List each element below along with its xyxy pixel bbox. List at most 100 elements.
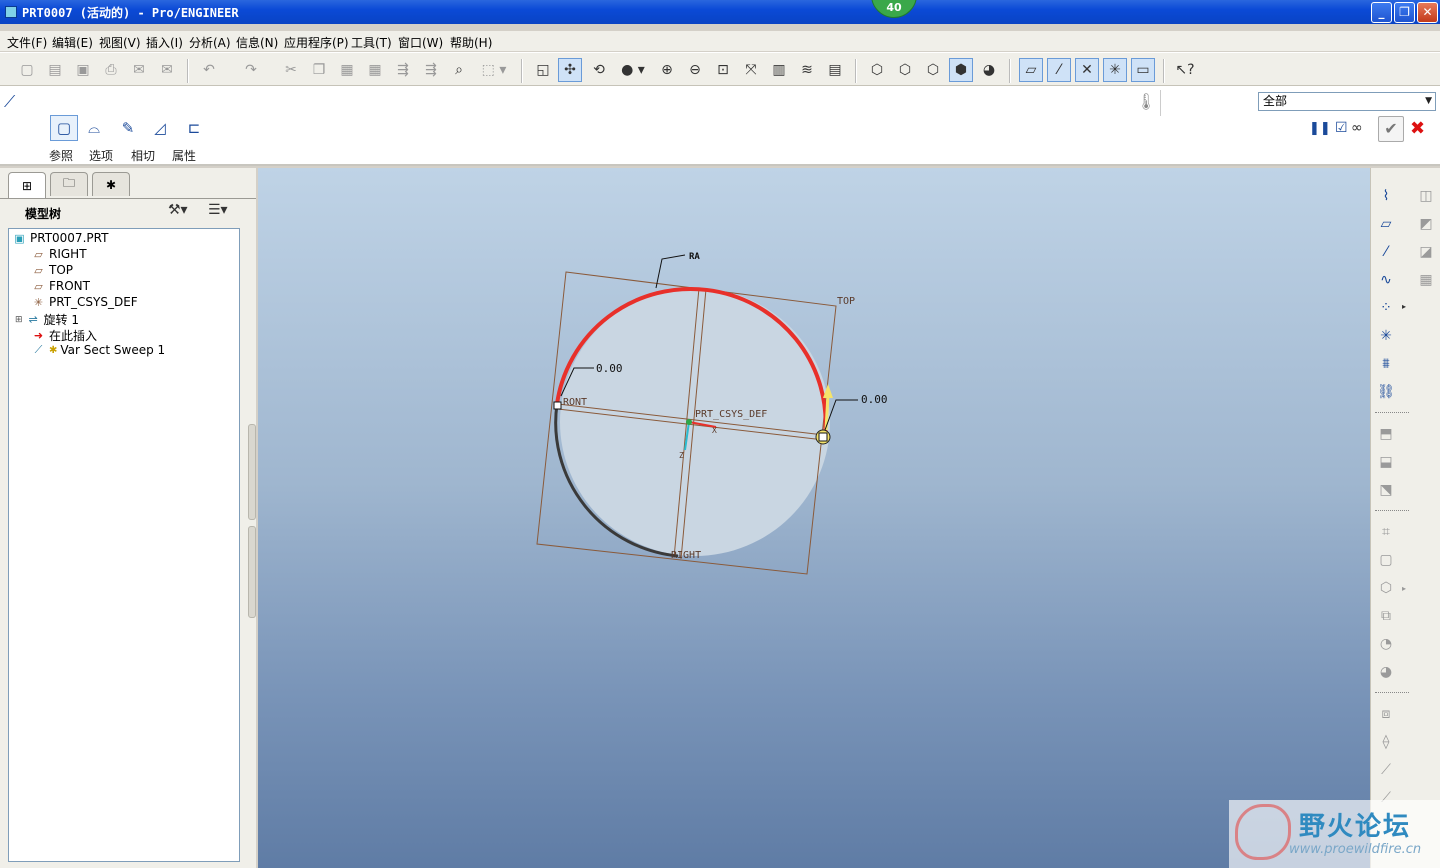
datum-curve-tool-icon[interactable]: ∿ — [1374, 268, 1398, 292]
context-help-icon[interactable]: ↖? — [1173, 58, 1197, 82]
annotations-toggle-icon[interactable]: ▭ — [1131, 58, 1155, 82]
copy-icon[interactable]: ❐ — [307, 58, 331, 82]
tab-model-tree[interactable]: ⊞ — [8, 172, 46, 198]
verify-glasses-icon[interactable]: ∞ — [1351, 120, 1363, 136]
menu-view[interactable]: 视图(V) — [99, 34, 141, 51]
tab-properties-label[interactable]: 属性 — [172, 147, 196, 164]
restore-button[interactable]: ❐ — [1394, 2, 1415, 23]
axis-pattern-icon[interactable]: ⟠ — [1374, 730, 1398, 754]
mirror-tool-icon[interactable]: ◫ — [1414, 184, 1438, 208]
merge-tool-icon[interactable]: ◩ — [1414, 212, 1438, 236]
panel-sash-upper[interactable] — [248, 424, 256, 520]
no-hidden-icon[interactable]: ⬡ — [921, 58, 945, 82]
tree-item-insert-here[interactable]: ➜ 在此插入 — [31, 327, 97, 344]
menu-tools[interactable]: 工具(T) — [351, 34, 392, 51]
revolve-tool-icon[interactable]: ◔ — [1374, 632, 1398, 656]
regenerate-manager-icon[interactable]: ⇶ — [419, 58, 443, 82]
regenerate-icon[interactable]: ⇶ — [391, 58, 415, 82]
shade-sphere-icon[interactable]: ● ▾ — [615, 58, 651, 82]
csys-tool-icon[interactable]: ✳ — [1374, 324, 1398, 348]
minimize-button[interactable]: _ — [1371, 2, 1392, 23]
tab-options-label[interactable]: 选项 — [89, 147, 113, 164]
tab-tangency[interactable]: ✎ — [114, 115, 142, 141]
tree-item-csys[interactable]: ✳ PRT_CSYS_DEF — [31, 295, 138, 309]
menu-applications[interactable]: 应用程序(P) — [284, 34, 349, 51]
select-box-icon[interactable]: ⬚ ▾ — [475, 58, 513, 82]
new-file-icon[interactable]: ▢ — [15, 58, 39, 82]
shading-icon[interactable]: ⬢ — [949, 58, 973, 82]
pause-button[interactable]: ❚❚ — [1309, 121, 1331, 136]
datum-point-tool-icon[interactable]: ⁘ — [1374, 296, 1398, 320]
graphics-window[interactable]: RA 0.00 0.00 PRT_CSYS_DEF X Z TOP RONT R… — [258, 168, 1370, 868]
panel-sash-lower[interactable] — [248, 526, 256, 618]
tree-item-front[interactable]: ▱ FRONT — [31, 279, 90, 293]
tab-tangency-label[interactable]: 相切 — [131, 147, 155, 164]
expand-icon[interactable]: ⊞ — [15, 315, 23, 325]
tab-folder-browser[interactable]: 🗀 — [50, 172, 88, 196]
preview-checkbox[interactable]: ☑ — [1335, 120, 1348, 136]
send-mail-attach-icon[interactable]: ✉ — [155, 58, 179, 82]
round-tool-icon[interactable]: ▢ — [1374, 548, 1398, 572]
tab-references[interactable]: ▢ — [50, 115, 78, 141]
model-viewport[interactable]: RA 0.00 0.00 PRT_CSYS_DEF X Z TOP RONT R… — [258, 168, 1370, 868]
tree-item-right[interactable]: ▱ RIGHT — [31, 247, 86, 261]
tree-item-part[interactable]: ▣ PRT0007.PRT — [12, 231, 108, 245]
flyout-arrow-icon[interactable]: ▸ — [1402, 584, 1406, 593]
trim-tool-icon[interactable]: ◪ — [1414, 240, 1438, 264]
datum-plane-tool-icon[interactable]: ▱ — [1374, 212, 1398, 236]
find-icon[interactable]: ⌕ — [447, 58, 471, 82]
rib-tool-icon[interactable]: ⬔ — [1374, 478, 1398, 502]
sketch-tool-icon[interactable]: ⌇ — [1374, 184, 1398, 208]
refit-icon[interactable]: ⊡ — [711, 58, 735, 82]
flyout-arrow-icon[interactable]: ▸ — [1402, 302, 1406, 311]
orient-mode-icon[interactable]: ⟲ — [587, 58, 611, 82]
menu-insert[interactable]: 插入(I) — [146, 34, 183, 51]
blend-tool-icon[interactable]: ⧈ — [1374, 702, 1398, 726]
send-mail-icon[interactable]: ✉ — [127, 58, 151, 82]
paste-special-icon[interactable]: ▦ — [363, 58, 387, 82]
notification-badge[interactable]: 40 — [871, 0, 917, 18]
tab-references-label[interactable]: 参照 — [49, 147, 73, 164]
hidden-line-icon[interactable]: ⬡ — [893, 58, 917, 82]
tree-item-top[interactable]: ▱ TOP — [31, 263, 73, 277]
spin-center-icon[interactable]: ✣ — [558, 58, 582, 82]
print-icon[interactable]: ⎙ — [99, 58, 123, 82]
pattern-tool-icon[interactable]: ▦ — [1414, 268, 1438, 292]
zoom-in-icon[interactable]: ⊕ — [655, 58, 679, 82]
datum-points-toggle-icon[interactable]: ✕ — [1075, 58, 1099, 82]
view-manager-icon[interactable]: ▤ — [823, 58, 847, 82]
saved-views-icon[interactable]: ▥ — [767, 58, 791, 82]
tree-item-var-sect-sweep[interactable]: ⟋ ✱ Var Sect Sweep 1 — [31, 343, 166, 357]
layers-icon[interactable]: ≋ — [795, 58, 819, 82]
tab-favorites[interactable]: ✱ — [92, 172, 130, 196]
filter-dropdown[interactable]: 全部 ▼ — [1258, 92, 1436, 111]
tree-item-revolve[interactable]: ⊞ ⇌ 旋转 1 — [15, 311, 79, 328]
chamfer-tool-icon[interactable]: ⬡ — [1374, 576, 1398, 600]
tab-properties[interactable]: ◿ — [146, 115, 174, 141]
hole-tool-icon[interactable]: ⬒ — [1374, 422, 1398, 446]
menu-file[interactable]: 文件(F) — [7, 34, 47, 51]
chain-tool-icon[interactable]: ⛓ — [1374, 380, 1398, 404]
csys-toggle-icon[interactable]: ✳ — [1103, 58, 1127, 82]
reorient-icon[interactable]: ⤧ — [739, 58, 763, 82]
cut-icon[interactable]: ✂ — [279, 58, 303, 82]
undo-icon[interactable]: ↶ — [197, 58, 221, 82]
sweep-tool-icon[interactable]: ⟋ — [1374, 758, 1398, 782]
tab-options[interactable]: ⌓ — [80, 115, 108, 141]
enhanced-realism-icon[interactable]: ◕ — [977, 58, 1001, 82]
menu-window[interactable]: 窗口(W) — [398, 34, 443, 51]
open-file-icon[interactable]: ▤ — [43, 58, 67, 82]
menu-edit[interactable]: 编辑(E) — [52, 34, 93, 51]
menu-analysis[interactable]: 分析(A) — [189, 34, 231, 51]
wireframe-icon[interactable]: ⬡ — [865, 58, 889, 82]
draft-tool-icon[interactable]: ⌗ — [1374, 520, 1398, 544]
zoom-out-icon[interactable]: ⊖ — [683, 58, 707, 82]
paste-icon[interactable]: ▦ — [335, 58, 359, 82]
tree-settings-icon[interactable]: ⚒▾ — [168, 202, 188, 218]
menu-help[interactable]: 帮助(H) — [450, 34, 492, 51]
close-window-button[interactable]: ✕ — [1417, 2, 1438, 23]
datum-axes-toggle-icon[interactable]: ⁄ — [1047, 58, 1071, 82]
tab-sketch[interactable]: ⊏ — [180, 115, 208, 141]
tree-columns-icon[interactable]: ☰▾ — [208, 202, 228, 218]
redo-icon[interactable]: ↷ — [239, 58, 263, 82]
